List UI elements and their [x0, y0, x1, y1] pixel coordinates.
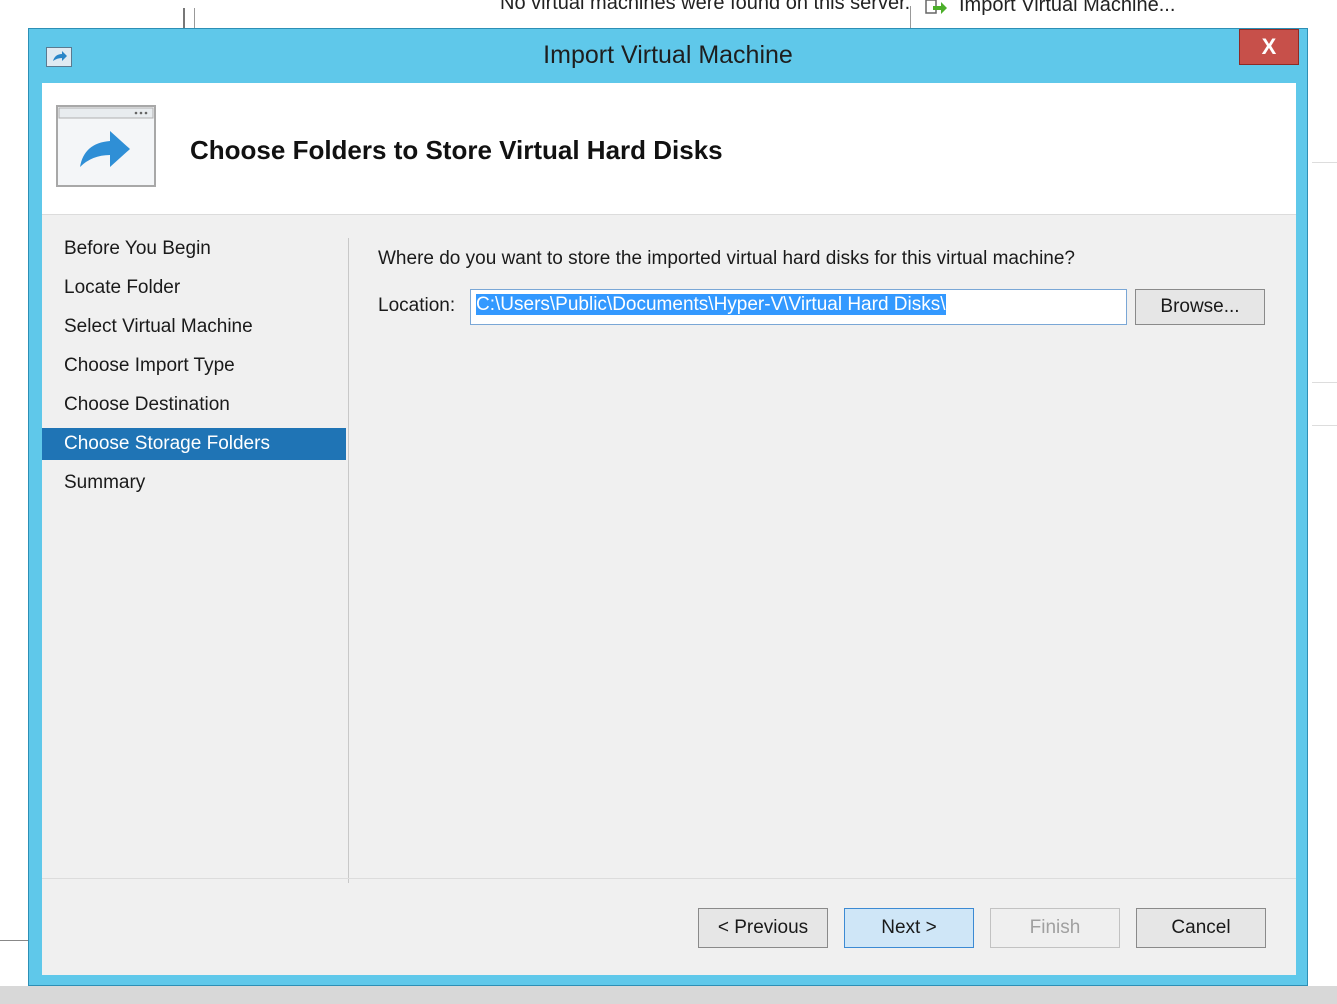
- wizard-header: Choose Folders to Store Virtual Hard Dis…: [42, 83, 1296, 215]
- window-title: Import Virtual Machine: [543, 41, 793, 69]
- previous-button[interactable]: < Previous: [698, 908, 828, 948]
- separator: [910, 6, 911, 28]
- finish-button[interactable]: Finish: [990, 908, 1120, 948]
- background-right-panel: [1312, 0, 1337, 1004]
- wizard-steps: Before You Begin Locate Folder Select Vi…: [42, 233, 346, 506]
- background-import-label: Import Virtual Machine...: [959, 0, 1176, 16]
- footer-divider: [42, 878, 1296, 879]
- page-title: Choose Folders to Store Virtual Hard Dis…: [190, 135, 723, 165]
- close-button[interactable]: X: [1239, 29, 1299, 65]
- step-select-virtual-machine[interactable]: Select Virtual Machine: [42, 311, 346, 343]
- import-vm-dialog: Import Virtual Machine X Choose Folders …: [28, 28, 1308, 986]
- background-import-action[interactable]: Import Virtual Machine...: [925, 0, 1175, 17]
- step-choose-destination[interactable]: Choose Destination: [42, 389, 346, 421]
- separator: [194, 8, 195, 30]
- title-bar[interactable]: Import Virtual Machine X: [29, 29, 1307, 83]
- background-status-text: No virtual machines were found on this s…: [500, 0, 911, 14]
- import-wizard-icon: [56, 105, 156, 187]
- location-label: Location:: [378, 295, 456, 316]
- dialog-content: Choose Folders to Store Virtual Hard Dis…: [42, 83, 1296, 975]
- storage-question: Where do you want to store the imported …: [378, 248, 1075, 269]
- step-before-you-begin[interactable]: Before You Begin: [42, 233, 346, 265]
- separator: [183, 8, 185, 30]
- step-choose-import-type[interactable]: Choose Import Type: [42, 350, 346, 382]
- nav-divider: [348, 238, 349, 883]
- background-divider: [0, 940, 30, 941]
- next-button[interactable]: Next >: [844, 908, 974, 948]
- browse-button[interactable]: Browse...: [1135, 289, 1265, 325]
- step-summary[interactable]: Summary: [42, 467, 346, 499]
- location-field[interactable]: C:\Users\Public\Documents\Hyper-V\Virtua…: [470, 289, 1127, 325]
- cancel-button[interactable]: Cancel: [1136, 908, 1266, 948]
- background-statusbar: [0, 986, 1337, 1004]
- import-arrow-icon: [925, 0, 947, 16]
- step-locate-folder[interactable]: Locate Folder: [42, 272, 346, 304]
- background-toolbar: No virtual machines were found on this s…: [0, 0, 1337, 30]
- location-value: C:\Users\Public\Documents\Hyper-V\Virtua…: [476, 294, 946, 315]
- step-choose-storage-folders[interactable]: Choose Storage Folders: [42, 428, 346, 460]
